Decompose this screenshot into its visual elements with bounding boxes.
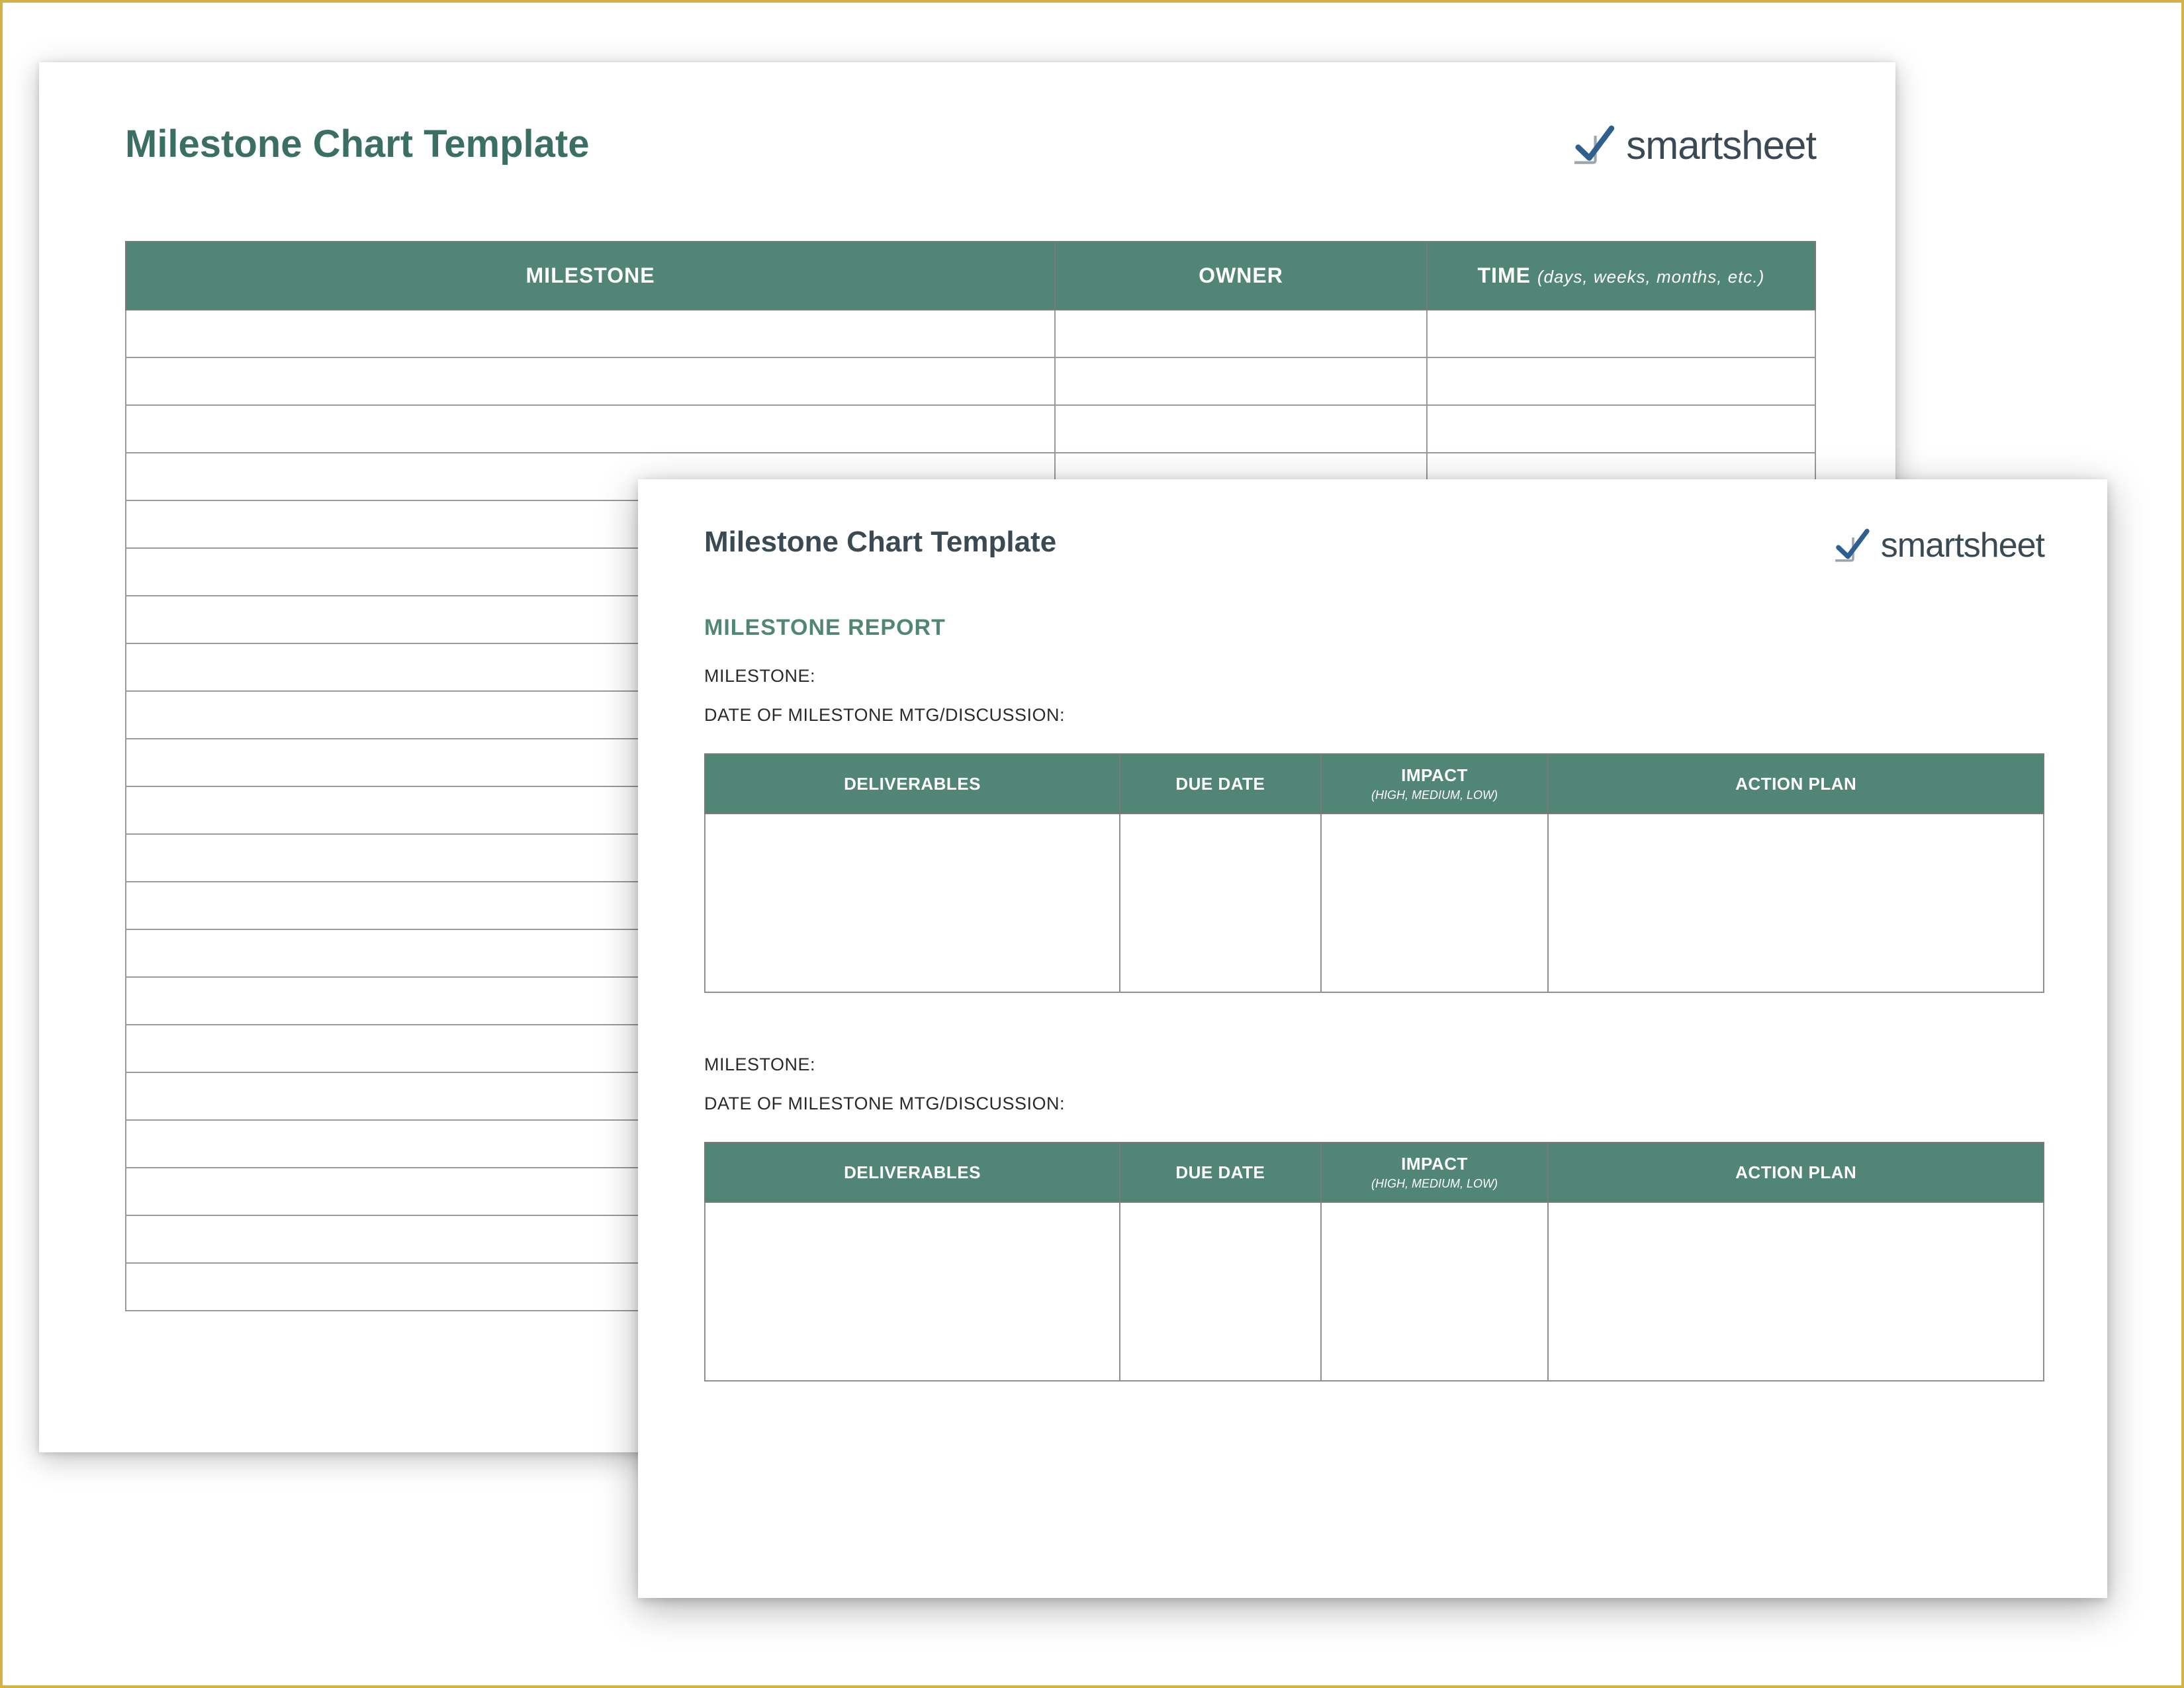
report-header-row: DELIVERABLES DUE DATE IMPACT (HIGH, MEDI… bbox=[705, 1143, 2044, 1202]
table-row[interactable] bbox=[126, 405, 1815, 453]
page-title-front: Milestone Chart Template bbox=[704, 526, 1056, 559]
col-header-deliverables: DELIVERABLES bbox=[705, 754, 1120, 814]
col-header-due-date: DUE DATE bbox=[1120, 754, 1320, 814]
col-header-milestone: MILESTONE bbox=[126, 242, 1055, 310]
col-header-impact: IMPACT (HIGH, MEDIUM, LOW) bbox=[1321, 1143, 1549, 1202]
col-header-due-date: DUE DATE bbox=[1120, 1143, 1320, 1202]
smartsheet-logo: smartsheet bbox=[1831, 526, 2044, 565]
milestone-report-sheet: Milestone Chart Template smartsheet MILE… bbox=[638, 479, 2107, 1598]
checkmark-icon bbox=[1570, 122, 1616, 168]
brand-name: smartsheet bbox=[1626, 122, 1816, 168]
table-row[interactable] bbox=[705, 1202, 2044, 1381]
col-header-owner: OWNER bbox=[1055, 242, 1427, 310]
smartsheet-logo: smartsheet bbox=[1570, 122, 1816, 168]
checkmark-icon bbox=[1831, 526, 1871, 565]
col-header-impact: IMPACT (HIGH, MEDIUM, LOW) bbox=[1321, 754, 1549, 814]
col-header-time: TIME (days, weeks, months, etc.) bbox=[1427, 242, 1815, 310]
col-header-action-plan: ACTION PLAN bbox=[1548, 1143, 2044, 1202]
section-title: MILESTONE REPORT bbox=[704, 615, 2044, 641]
report-table-1: DELIVERABLES DUE DATE IMPACT (HIGH, MEDI… bbox=[704, 753, 2044, 993]
page-title-back: Milestone Chart Template bbox=[125, 122, 590, 166]
milestone-table-header-row: MILESTONE OWNER TIME (days, weeks, month… bbox=[126, 242, 1815, 310]
front-header: Milestone Chart Template smartsheet bbox=[704, 526, 2044, 565]
back-header: Milestone Chart Template smartsheet bbox=[125, 122, 1816, 168]
col-header-deliverables: DELIVERABLES bbox=[705, 1143, 1120, 1202]
field-date-mtg-label: DATE OF MILESTONE MTG/DISCUSSION: bbox=[704, 705, 2044, 726]
table-row[interactable] bbox=[126, 310, 1815, 357]
table-row[interactable] bbox=[126, 357, 1815, 405]
field-milestone-label: MILESTONE: bbox=[704, 666, 2044, 686]
field-date-mtg-label: DATE OF MILESTONE MTG/DISCUSSION: bbox=[704, 1094, 2044, 1114]
report-table-2: DELIVERABLES DUE DATE IMPACT (HIGH, MEDI… bbox=[704, 1142, 2044, 1382]
report-header-row: DELIVERABLES DUE DATE IMPACT (HIGH, MEDI… bbox=[705, 754, 2044, 814]
table-row[interactable] bbox=[705, 814, 2044, 992]
brand-name: smartsheet bbox=[1881, 526, 2044, 565]
col-header-action-plan: ACTION PLAN bbox=[1548, 754, 2044, 814]
field-milestone-label: MILESTONE: bbox=[704, 1055, 2044, 1075]
